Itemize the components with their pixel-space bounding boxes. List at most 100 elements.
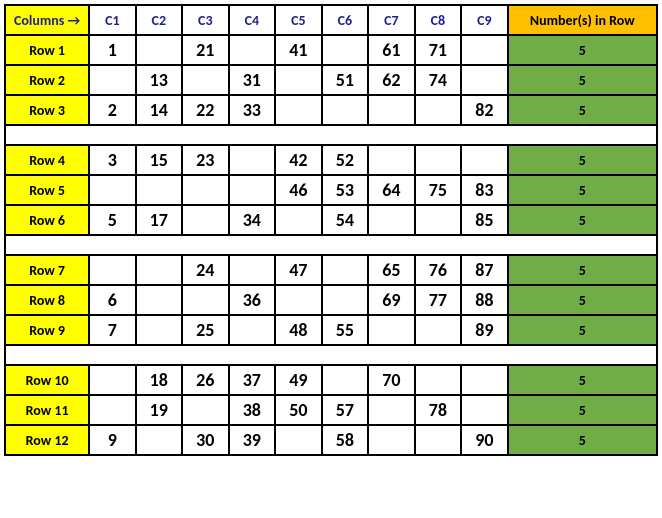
grid-cell bbox=[229, 35, 276, 65]
row-count: 5 bbox=[508, 205, 657, 235]
grid-cell: 51 bbox=[322, 65, 369, 95]
table-row: Row 97254855895 bbox=[5, 315, 657, 345]
grid-cell: 58 bbox=[322, 425, 369, 455]
grid-cell bbox=[275, 95, 322, 125]
grid-cell bbox=[322, 365, 369, 395]
grid-cell: 70 bbox=[368, 365, 415, 395]
grid-cell bbox=[275, 205, 322, 235]
row-count: 5 bbox=[508, 175, 657, 205]
grid-cell: 33 bbox=[229, 95, 276, 125]
count-header: Number(s) in Row bbox=[508, 5, 657, 35]
grid-cell bbox=[89, 175, 135, 205]
spacer-row bbox=[5, 235, 657, 255]
grid-cell: 1 bbox=[89, 35, 135, 65]
grid-cell: 5 bbox=[89, 205, 135, 235]
grid-cell: 18 bbox=[136, 365, 183, 395]
grid-cell: 90 bbox=[461, 425, 508, 455]
grid-cell bbox=[415, 145, 462, 175]
grid-cell: 9 bbox=[89, 425, 135, 455]
grid-cell: 34 bbox=[229, 205, 276, 235]
row-count: 5 bbox=[508, 65, 657, 95]
grid-cell: 38 bbox=[229, 395, 276, 425]
grid-cell bbox=[182, 65, 229, 95]
grid-cell: 83 bbox=[461, 175, 508, 205]
row-count: 5 bbox=[508, 365, 657, 395]
grid-cell bbox=[368, 425, 415, 455]
grid-cell: 19 bbox=[136, 395, 183, 425]
grid-cell bbox=[182, 205, 229, 235]
grid-cell bbox=[229, 315, 276, 345]
col-header: C8 bbox=[415, 5, 462, 35]
grid-cell: 39 bbox=[229, 425, 276, 455]
grid-cell bbox=[461, 35, 508, 65]
col-header: C5 bbox=[275, 5, 322, 35]
table-row: Row 724476576875 bbox=[5, 255, 657, 285]
grid-cell: 13 bbox=[136, 65, 183, 95]
row-label: Row 8 bbox=[5, 285, 89, 315]
col-header: C1 bbox=[89, 5, 135, 35]
col-header: C2 bbox=[136, 5, 183, 35]
header-row: Columns → C1 C2 C3 C4 C5 C6 C7 C8 C9 Num… bbox=[5, 5, 657, 35]
col-header: C7 bbox=[368, 5, 415, 35]
grid-cell bbox=[322, 95, 369, 125]
grid-cell: 52 bbox=[322, 145, 369, 175]
grid-cell: 50 bbox=[275, 395, 322, 425]
grid-cell bbox=[136, 175, 183, 205]
col-header: C6 bbox=[322, 5, 369, 35]
row-count: 5 bbox=[508, 95, 657, 125]
grid-cell bbox=[275, 65, 322, 95]
table-row: Row 11214161715 bbox=[5, 35, 657, 65]
col-header: C3 bbox=[182, 5, 229, 35]
grid-cell bbox=[415, 95, 462, 125]
table-row: Row 213315162745 bbox=[5, 65, 657, 95]
grid-cell: 3 bbox=[89, 145, 135, 175]
grid-cell: 6 bbox=[89, 285, 135, 315]
grid-cell bbox=[322, 285, 369, 315]
grid-cell: 69 bbox=[368, 285, 415, 315]
row-label: Row 5 bbox=[5, 175, 89, 205]
grid-cell bbox=[322, 255, 369, 285]
grid-cell: 15 bbox=[136, 145, 183, 175]
table-row: Row 546536475835 bbox=[5, 175, 657, 205]
grid-cell: 76 bbox=[415, 255, 462, 285]
table-row: Row 43152342525 bbox=[5, 145, 657, 175]
grid-cell: 25 bbox=[182, 315, 229, 345]
grid-cell: 41 bbox=[275, 35, 322, 65]
grid-cell: 82 bbox=[461, 95, 508, 125]
grid-cell bbox=[461, 395, 508, 425]
grid-cell: 17 bbox=[136, 205, 183, 235]
row-label: Row 4 bbox=[5, 145, 89, 175]
grid-cell: 71 bbox=[415, 35, 462, 65]
row-count: 5 bbox=[508, 315, 657, 345]
grid-cell: 55 bbox=[322, 315, 369, 345]
grid-cell bbox=[368, 315, 415, 345]
row-label: Row 11 bbox=[5, 395, 89, 425]
grid-cell: 49 bbox=[275, 365, 322, 395]
grid-cell bbox=[461, 65, 508, 95]
grid-cell: 48 bbox=[275, 315, 322, 345]
grid-cell: 74 bbox=[415, 65, 462, 95]
grid-cell bbox=[182, 285, 229, 315]
table-row: Row 86366977885 bbox=[5, 285, 657, 315]
grid-cell bbox=[136, 315, 183, 345]
grid-cell bbox=[415, 315, 462, 345]
grid-cell bbox=[182, 175, 229, 205]
table-row: Row 65173454855 bbox=[5, 205, 657, 235]
row-label: Row 10 bbox=[5, 365, 89, 395]
table-row: Row 32142233825 bbox=[5, 95, 657, 125]
grid-cell: 46 bbox=[275, 175, 322, 205]
grid-cell: 53 bbox=[322, 175, 369, 205]
grid-cell: 64 bbox=[368, 175, 415, 205]
grid-cell: 61 bbox=[368, 35, 415, 65]
grid-cell: 21 bbox=[182, 35, 229, 65]
grid-cell: 54 bbox=[322, 205, 369, 235]
grid-cell: 85 bbox=[461, 205, 508, 235]
row-count: 5 bbox=[508, 35, 657, 65]
grid-cell bbox=[229, 145, 276, 175]
row-count: 5 bbox=[508, 395, 657, 425]
spacer-row bbox=[5, 125, 657, 145]
grid-cell: 37 bbox=[229, 365, 276, 395]
number-grid: Columns → C1 C2 C3 C4 C5 C6 C7 C8 C9 Num… bbox=[4, 4, 658, 456]
grid-cell: 65 bbox=[368, 255, 415, 285]
grid-cell: 89 bbox=[461, 315, 508, 345]
